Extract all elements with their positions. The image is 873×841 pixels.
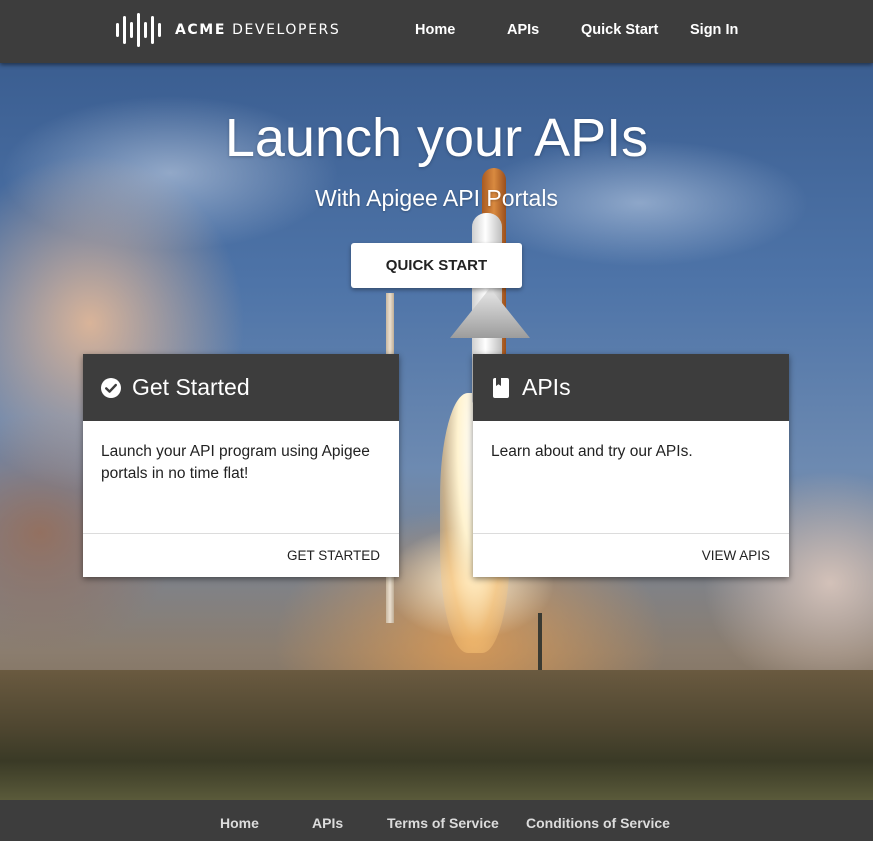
quick-start-button[interactable]: QUICK START (351, 243, 522, 288)
footer-terms-link[interactable]: Terms of Service (387, 815, 499, 831)
view-apis-link[interactable]: VIEW APIS (473, 534, 789, 577)
sound-bars-logo-icon (116, 13, 161, 47)
card-header: Get Started (83, 354, 399, 421)
card-description: Launch your API program using Apigee por… (83, 421, 399, 534)
apis-card: APIs Learn about and try our APIs. VIEW … (473, 354, 789, 577)
logo-text: ACME DEVELOPERS (175, 22, 341, 38)
hero-banner: Launch your APIs With Apigee API Portals… (0, 63, 873, 800)
nav-apis[interactable]: APIs (507, 22, 539, 38)
footer-home-link[interactable]: Home (220, 815, 259, 831)
site-footer: Home APIs Terms of Service Conditions of… (0, 800, 873, 841)
nav-home[interactable]: Home (415, 22, 455, 38)
site-logo[interactable]: ACME DEVELOPERS (115, 13, 340, 47)
book-icon (491, 377, 511, 398)
nav-sign-in[interactable]: Sign In (690, 22, 738, 38)
rocket-wing-image (450, 288, 530, 338)
hero-title: Launch your APIs (224, 108, 649, 168)
hero-subtitle: With Apigee API Portals (315, 185, 558, 211)
nav-quick-start[interactable]: Quick Start (581, 22, 658, 38)
get-started-link[interactable]: GET STARTED (83, 534, 399, 577)
ground-image (0, 670, 873, 800)
footer-apis-link[interactable]: APIs (312, 815, 343, 831)
card-header: APIs (473, 354, 789, 421)
card-title: APIs (522, 374, 571, 400)
check-circle-icon (101, 377, 121, 398)
site-header: ACME DEVELOPERS Home APIs Quick Start Si… (0, 0, 873, 63)
footer-conditions-link[interactable]: Conditions of Service (526, 815, 670, 831)
get-started-card: Get Started Launch your API program usin… (83, 354, 399, 577)
card-title: Get Started (132, 374, 250, 400)
card-description: Learn about and try our APIs. (473, 421, 789, 534)
